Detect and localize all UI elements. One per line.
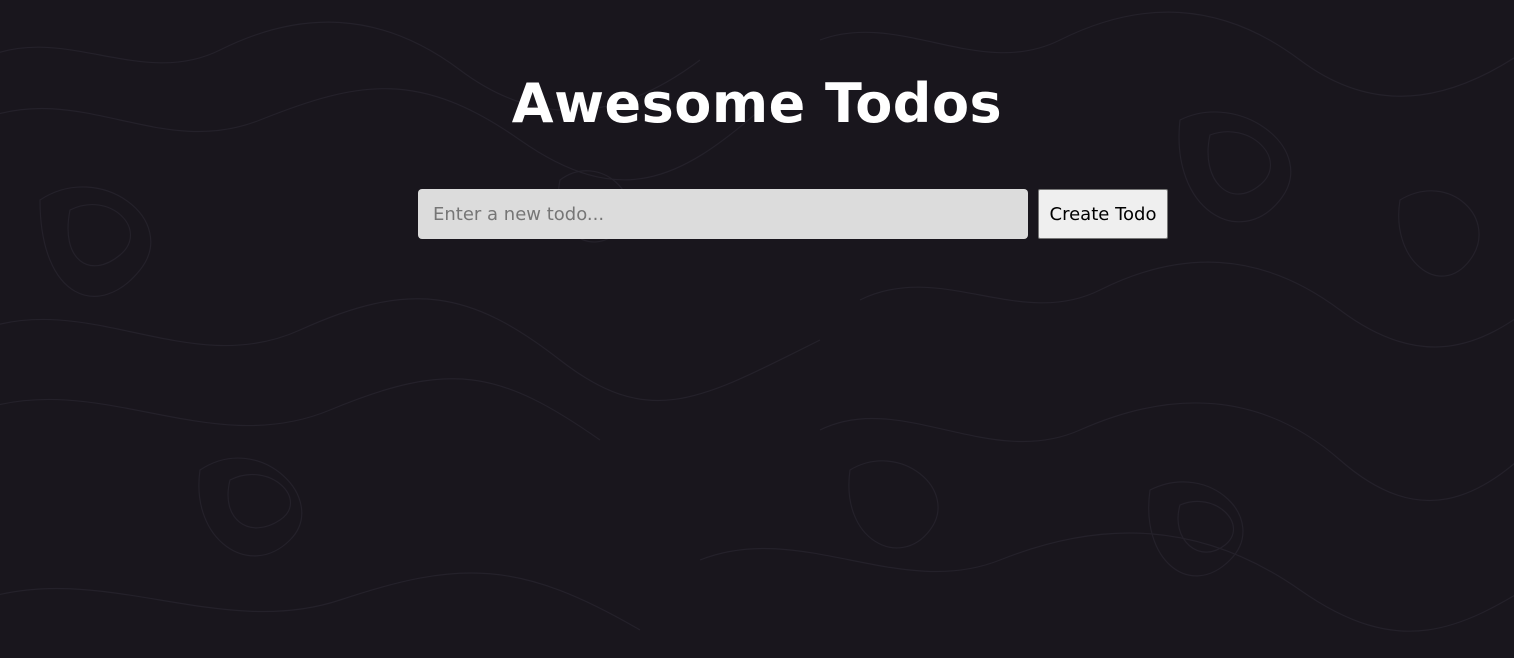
page-title: Awesome Todos — [511, 72, 1003, 135]
new-todo-input[interactable] — [418, 189, 1028, 239]
create-todo-button[interactable]: Create Todo — [1038, 189, 1168, 239]
